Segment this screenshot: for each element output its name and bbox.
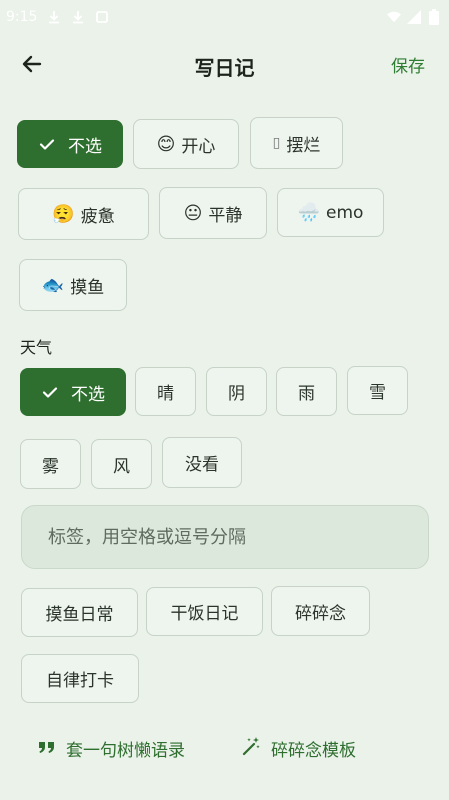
quote-action-button[interactable]: 套一句树懒语录: [38, 736, 185, 761]
status-time: 9:15: [6, 9, 38, 25]
page-title: 写日记: [194, 56, 255, 80]
exhale-face-icon: 😮‍💨: [52, 203, 75, 225]
save-button[interactable]: 保存: [391, 52, 425, 77]
tag-suggestion-label: 碎碎念: [295, 603, 346, 624]
template-action-label: 碎碎念模板: [271, 741, 356, 761]
tag-suggestion-chip[interactable]: 摸鱼日常: [21, 588, 138, 637]
status-right: [387, 9, 441, 25]
mood-chip-label: 开心: [181, 136, 216, 157]
weather-chip-label: 不选: [71, 384, 105, 405]
weather-chip-unknown[interactable]: 没看: [162, 437, 242, 488]
neutral-face-icon: 😐: [183, 202, 203, 224]
rain-cloud-icon: 🌧️: [297, 202, 320, 223]
weather-chip-label: 雾: [42, 456, 59, 477]
signal-icon: [407, 10, 421, 24]
tag-suggestion-label: 干饭日记: [170, 604, 239, 624]
quote-icon: [38, 739, 56, 759]
happy-face-icon: 😊: [156, 133, 176, 155]
weather-chip-label: 没看: [185, 455, 219, 475]
weather-section-label: 天气: [20, 338, 53, 357]
tag-suggestion-label: 摸鱼日常: [45, 605, 114, 625]
magic-wand-icon: [241, 736, 261, 761]
weather-chip-sunny[interactable]: 晴: [135, 367, 196, 416]
weather-chip-none[interactable]: 不选: [20, 368, 126, 416]
weather-chip-cloudy[interactable]: 阴: [206, 367, 267, 416]
tag-input[interactable]: [46, 525, 404, 549]
mood-chip-label: 不选: [68, 136, 102, 157]
tag-suggestion-chip[interactable]: 自律打卡: [21, 654, 139, 703]
wifi-icon: [387, 10, 401, 24]
mood-chip-emo[interactable]: 🌧️ emo: [277, 188, 384, 237]
tag-suggestion-chip[interactable]: 干饭日记: [146, 587, 263, 636]
mood-chip-label: 平静: [208, 205, 243, 226]
mood-chip-fish[interactable]: 🐟 摸鱼: [19, 259, 127, 311]
tag-suggestion-chip[interactable]: 碎碎念: [271, 586, 370, 636]
mood-chip-label: emo: [326, 202, 364, 223]
weather-chip-fog[interactable]: 雾: [20, 439, 81, 489]
mood-chip-tired[interactable]: 😮‍💨 疲惫: [18, 188, 149, 240]
mood-chip-label: 疲惫: [80, 206, 115, 227]
weather-chip-snow[interactable]: 雪: [347, 366, 408, 415]
mood-chip-label: 摸鱼: [70, 277, 105, 298]
download-icon-2: [71, 10, 85, 24]
tag-input-container: [21, 505, 429, 569]
app-bar: 写日记 保存: [0, 38, 449, 94]
mood-chip-none[interactable]: 不选: [17, 120, 123, 168]
weather-chip-label: 晴: [157, 384, 174, 404]
weather-chip-label: 雪: [369, 383, 386, 403]
status-left: 9:15: [6, 9, 109, 25]
check-icon: [41, 383, 59, 401]
weather-chip-wind[interactable]: 风: [91, 439, 152, 489]
mood-chip-label: 摆烂: [286, 135, 321, 156]
weather-chip-label: 风: [113, 456, 130, 477]
check-icon: [38, 135, 56, 153]
battery-icon: [427, 9, 441, 25]
notification-icon: [95, 10, 109, 24]
quote-action-label: 套一句树懒语录: [66, 741, 185, 761]
weather-chip-rain[interactable]: 雨: [276, 367, 337, 416]
weather-chip-label: 雨: [298, 384, 315, 404]
download-icon: [47, 10, 61, 24]
mood-chip-calm[interactable]: 😐 平静: [159, 187, 267, 239]
mood-chip-happy[interactable]: 😊 开心: [133, 119, 239, 169]
fish-icon: 🐟: [41, 274, 65, 296]
mood-chip-slack[interactable]: ▯ 摆烂: [250, 117, 343, 169]
tag-suggestion-label: 自律打卡: [46, 671, 114, 691]
template-action-button[interactable]: 碎碎念模板: [241, 736, 356, 761]
weather-chip-label: 阴: [228, 384, 245, 404]
status-bar: 9:15: [0, 0, 449, 34]
missing-glyph-icon: ▯: [272, 135, 281, 151]
